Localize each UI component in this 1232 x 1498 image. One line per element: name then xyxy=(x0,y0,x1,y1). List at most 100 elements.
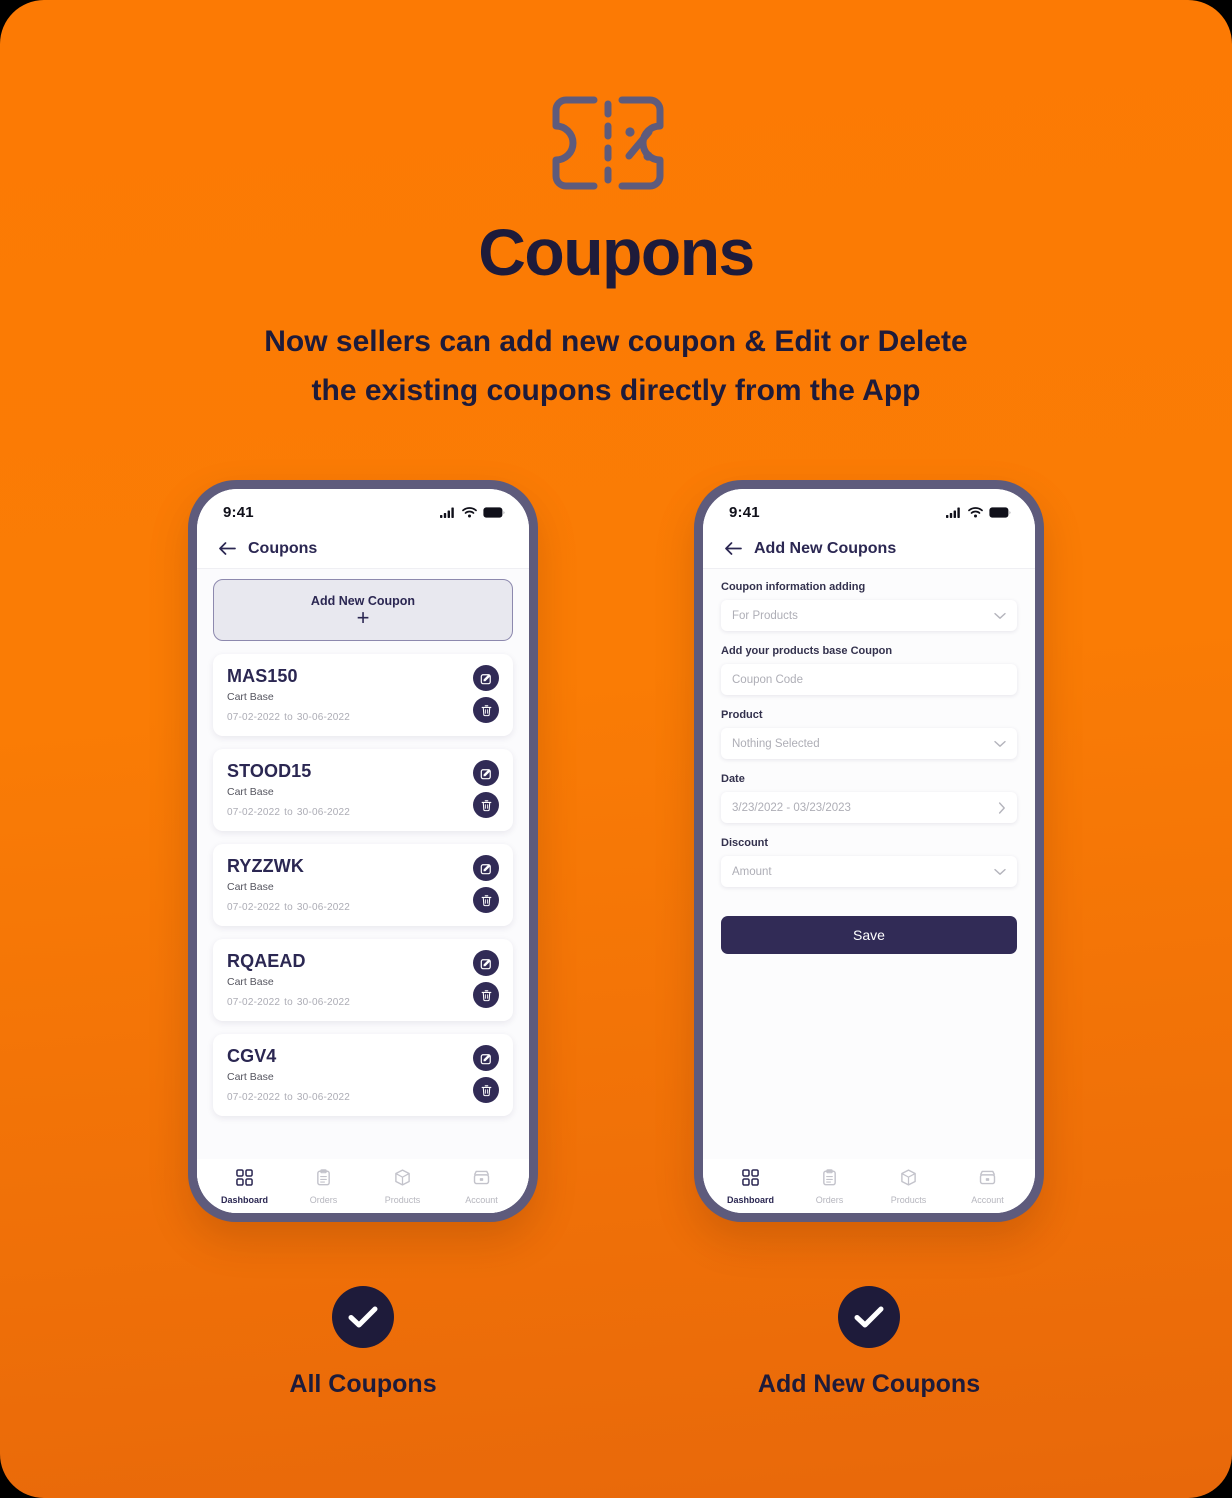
field-add-your-products-base-coupon[interactable]: Coupon Code xyxy=(721,664,1017,695)
coupon-date-range: 07-02-2022 to 30-06-2022 xyxy=(227,807,351,818)
delete-coupon-button[interactable] xyxy=(473,887,499,913)
coupon-card-actions xyxy=(473,950,499,1008)
poster-canvas: Coupons Now sellers can add new coupon &… xyxy=(0,0,1232,1498)
screen-add-new-coupons: 9:41 Add New Coupons Coupon information … xyxy=(703,489,1035,1213)
grid-icon xyxy=(742,1169,759,1186)
delete-coupon-button[interactable] xyxy=(473,697,499,723)
nav-item-account[interactable]: Account xyxy=(442,1169,521,1205)
box-icon xyxy=(900,1169,917,1191)
nav-item-products[interactable]: Products xyxy=(869,1169,948,1205)
edit-coupon-button[interactable] xyxy=(473,1045,499,1071)
nav-item-account[interactable]: Account xyxy=(948,1169,1027,1205)
store-icon xyxy=(979,1169,996,1191)
phone-mockup-add-new-coupons: 9:41 Add New Coupons Coupon information … xyxy=(694,480,1044,1222)
coupon-card[interactable]: STOOD15 Cart Base 07-02-2022 to 30-06-2022 xyxy=(213,749,513,831)
add-new-coupon-button[interactable]: Add New Coupon + xyxy=(213,579,513,641)
coupon-date-range: 07-02-2022 to 30-06-2022 xyxy=(227,1092,351,1103)
nav-item-label: Account xyxy=(465,1195,498,1205)
nav-item-dashboard[interactable]: Dashboard xyxy=(711,1169,790,1205)
edit-pencil-icon xyxy=(480,1053,491,1064)
back-arrow-icon[interactable] xyxy=(219,542,236,555)
edit-coupon-button[interactable] xyxy=(473,760,499,786)
page-subtitle-line-1: Now sellers can add new coupon & Edit or… xyxy=(264,325,968,358)
nav-item-label: Account xyxy=(971,1195,1004,1205)
status-bar-icons xyxy=(946,506,1011,518)
coupon-type: Cart Base xyxy=(227,976,274,988)
coupon-date-range: 07-02-2022 to 30-06-2022 xyxy=(227,902,351,913)
clipboard-icon xyxy=(821,1169,838,1191)
coupon-date-range: 07-02-2022 to 30-06-2022 xyxy=(227,997,351,1008)
grid-icon xyxy=(236,1169,253,1186)
wifi-icon xyxy=(968,506,983,517)
battery-icon xyxy=(989,506,1011,518)
trash-icon xyxy=(481,1084,491,1096)
field-value: Coupon Code xyxy=(732,673,803,686)
trash-icon xyxy=(481,894,491,906)
edit-pencil-icon xyxy=(480,863,491,874)
page-subtitle-line-2: the existing coupons directly from the A… xyxy=(311,373,921,407)
trash-icon xyxy=(481,799,491,811)
coupon-card-actions xyxy=(473,760,499,818)
edit-coupon-button[interactable] xyxy=(473,950,499,976)
plus-icon: + xyxy=(356,605,370,630)
back-arrow-icon[interactable] xyxy=(725,542,742,555)
field-coupon-information-adding[interactable]: For Products xyxy=(721,600,1017,631)
coupon-type: Cart Base xyxy=(227,691,274,703)
delete-coupon-button[interactable] xyxy=(473,982,499,1008)
phone-mockup-all-coupons: 9:41 Coupons Add New Coupon + MAS150 Car… xyxy=(188,480,538,1222)
status-bar: 9:41 xyxy=(197,489,529,529)
battery-icon xyxy=(483,506,505,518)
field-discount[interactable]: Amount xyxy=(721,856,1017,887)
check-circle-icon xyxy=(838,1286,900,1348)
field-product[interactable]: Nothing Selected xyxy=(721,728,1017,759)
chevron-down-icon xyxy=(994,740,1006,747)
nav-item-label: Products xyxy=(384,1195,421,1205)
trash-icon xyxy=(481,989,491,1001)
box-icon xyxy=(395,1169,410,1186)
nav-item-orders[interactable]: Orders xyxy=(284,1169,363,1205)
coupon-type: Cart Base xyxy=(227,786,274,798)
cellular-signal-icon xyxy=(440,507,454,518)
nav-item-dashboard[interactable]: Dashboard xyxy=(205,1169,284,1205)
coupon-code: STOOD15 xyxy=(227,761,312,781)
page-title: Coupons xyxy=(478,215,755,289)
coupon-date-range: 07-02-2022 to 30-06-2022 xyxy=(227,712,351,723)
field-label: Product xyxy=(721,709,763,721)
coupon-card-actions xyxy=(473,665,499,723)
nav-item-products[interactable]: Products xyxy=(363,1169,442,1205)
app-bar-title: Add New Coupons xyxy=(754,539,897,557)
save-button[interactable]: Save xyxy=(721,916,1017,954)
nav-item-label: Products xyxy=(890,1195,927,1205)
coupon-type: Cart Base xyxy=(227,881,274,893)
bottom-nav-bar-form: Dashboard Orders Products Account xyxy=(703,1159,1035,1213)
check-circle-icon xyxy=(332,1286,394,1348)
coupon-card[interactable]: RYZZWK Cart Base 07-02-2022 to 30-06-2022 xyxy=(213,844,513,926)
nav-item-label: Orders xyxy=(309,1195,338,1205)
status-bar: 9:41 xyxy=(703,489,1035,529)
edit-pencil-icon xyxy=(480,958,491,969)
field-date[interactable]: 3/23/2022 - 03/23/2023 xyxy=(721,792,1017,823)
coupon-card[interactable]: MAS150 Cart Base 07-02-2022 to 30-06-2022 xyxy=(213,654,513,736)
status-bar-time: 9:41 xyxy=(223,503,254,521)
coupon-list: MAS150 Cart Base 07-02-2022 to 30-06-2022 … xyxy=(213,654,513,1116)
delete-coupon-button[interactable] xyxy=(473,792,499,818)
box-icon xyxy=(901,1169,916,1186)
field-label: Discount xyxy=(721,837,769,849)
clipboard-icon xyxy=(317,1169,330,1186)
store-icon xyxy=(473,1170,490,1185)
status-bar-time: 9:41 xyxy=(729,503,760,521)
chevron-right-icon xyxy=(998,801,1005,814)
clipboard-icon xyxy=(315,1169,332,1191)
wifi-icon xyxy=(462,506,477,517)
coupon-code: MAS150 xyxy=(227,666,298,686)
edit-coupon-button[interactable] xyxy=(473,855,499,881)
grid-icon xyxy=(236,1169,253,1191)
coupon-card[interactable]: CGV4 Cart Base 07-02-2022 to 30-06-2022 xyxy=(213,1034,513,1116)
status-bar-icons xyxy=(440,506,505,518)
cellular-signal-icon xyxy=(946,507,960,518)
coupon-card[interactable]: RQAEAD Cart Base 07-02-2022 to 30-06-2022 xyxy=(213,939,513,1021)
nav-item-orders[interactable]: Orders xyxy=(790,1169,869,1205)
edit-coupon-button[interactable] xyxy=(473,665,499,691)
delete-coupon-button[interactable] xyxy=(473,1077,499,1103)
form-field-group: Coupon information adding For Products Ad… xyxy=(721,581,1017,887)
